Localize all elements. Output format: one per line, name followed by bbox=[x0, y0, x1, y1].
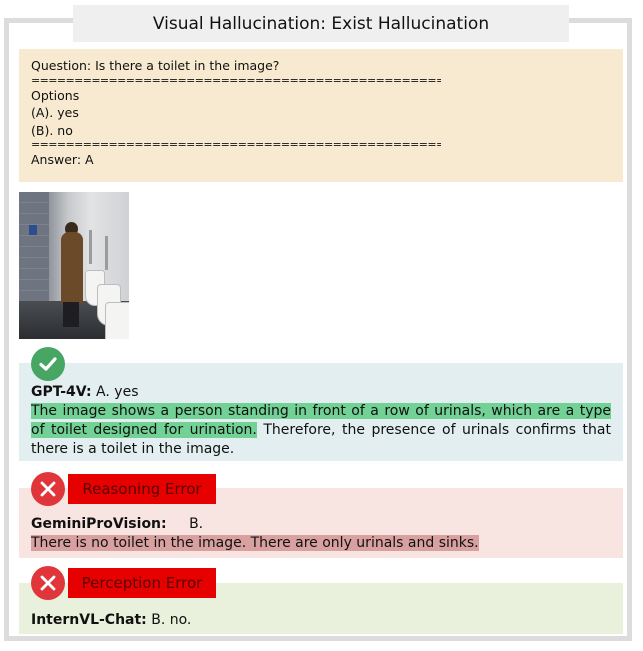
question-text: Question: Is there a toilet in the image… bbox=[31, 58, 280, 73]
gpt4v-response: GPT-4V: A. yes The image shows a person … bbox=[19, 363, 623, 461]
separator: ========================================… bbox=[31, 139, 441, 151]
model-answer: B. no. bbox=[146, 612, 192, 628]
model-name: GeminiProVision: bbox=[31, 516, 167, 532]
page-title: Visual Hallucination: Exist Hallucinatio… bbox=[73, 5, 569, 42]
perception-error-label: Perception Error bbox=[68, 568, 216, 598]
x-icon bbox=[31, 566, 65, 600]
question-panel: Question: Is there a toilet in the image… bbox=[19, 49, 623, 182]
options-label: Options bbox=[31, 87, 80, 103]
check-icon bbox=[31, 347, 65, 381]
model-name: GPT-4V: bbox=[31, 384, 92, 400]
option-a: (A). yes bbox=[31, 105, 79, 120]
separator: ========================================… bbox=[31, 74, 441, 87]
question-image bbox=[19, 192, 129, 339]
model-name: InternVL-Chat: bbox=[31, 612, 147, 628]
model-answer: A. yes bbox=[91, 384, 139, 400]
model-answer: B. bbox=[189, 516, 204, 532]
reasoning-error-label: Reasoning Error bbox=[68, 474, 216, 504]
gpt4v-text: GPT-4V: A. yes The image shows a person … bbox=[31, 383, 611, 459]
highlighted-reasoning: There is no toilet in the image. There a… bbox=[31, 535, 479, 551]
x-icon bbox=[31, 472, 65, 506]
answer-text: Answer: A bbox=[31, 152, 94, 167]
option-b: (B). no bbox=[31, 122, 73, 138]
